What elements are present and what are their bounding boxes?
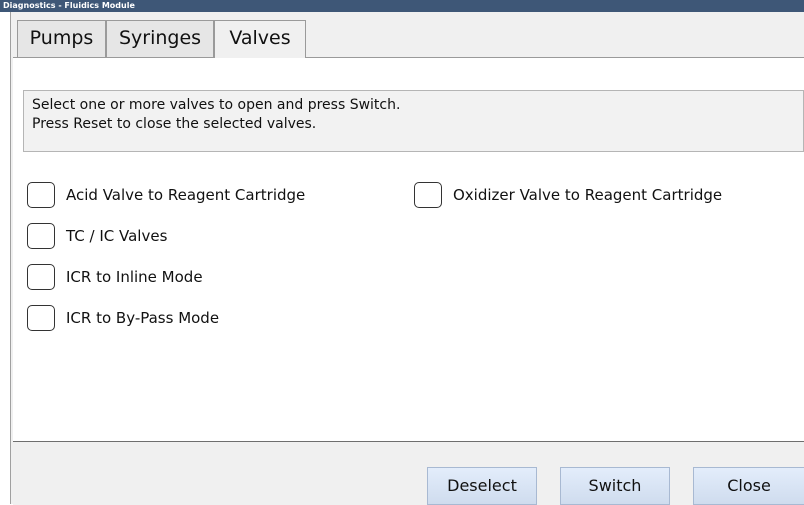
tab-valves[interactable]: Valves xyxy=(214,20,306,58)
checkbox-box[interactable] xyxy=(27,305,55,331)
button-bar: Deselect Switch Close xyxy=(13,441,804,505)
valve-label: ICR to Inline Mode xyxy=(66,268,203,286)
checkbox-box[interactable] xyxy=(27,223,55,249)
instructions-box: Select one or more valves to open and pr… xyxy=(23,90,804,152)
tab-syringes[interactable]: Syringes xyxy=(106,20,214,57)
valve-label: TC / IC Valves xyxy=(66,227,168,245)
deselect-button[interactable]: Deselect xyxy=(427,467,537,505)
fluidics-dialog: Pumps Syringes Valves Select one or more… xyxy=(10,12,804,505)
checkbox-box[interactable] xyxy=(414,182,442,208)
instructions-line-1: Select one or more valves to open and pr… xyxy=(32,97,401,113)
valve-label: ICR to By-Pass Mode xyxy=(66,309,220,327)
valve-label: Oxidizer Valve to Reagent Cartridge xyxy=(453,186,723,204)
checkbox-box[interactable] xyxy=(27,182,55,208)
valves-panel: Select one or more valves to open and pr… xyxy=(13,57,804,442)
window-title: Diagnostics - Fluidics Module xyxy=(0,0,804,12)
valve-acid-reagent-checkbox[interactable]: Acid Valve to Reagent Cartridge xyxy=(27,182,305,208)
tab-pumps[interactable]: Pumps xyxy=(17,20,106,57)
instructions-line-2: Press Reset to close the selected valves… xyxy=(32,116,317,132)
valve-icr-inline-checkbox[interactable]: ICR to Inline Mode xyxy=(27,264,203,290)
valve-label: Acid Valve to Reagent Cartridge xyxy=(66,186,306,204)
checkbox-box[interactable] xyxy=(27,264,55,290)
valve-icr-bypass-checkbox[interactable]: ICR to By-Pass Mode xyxy=(27,305,219,331)
valve-tc-ic-checkbox[interactable]: TC / IC Valves xyxy=(27,223,167,249)
close-button[interactable]: Close xyxy=(693,467,804,505)
switch-button[interactable]: Switch xyxy=(560,467,670,505)
valve-oxidizer-reagent-checkbox[interactable]: Oxidizer Valve to Reagent Cartridge xyxy=(414,182,722,208)
